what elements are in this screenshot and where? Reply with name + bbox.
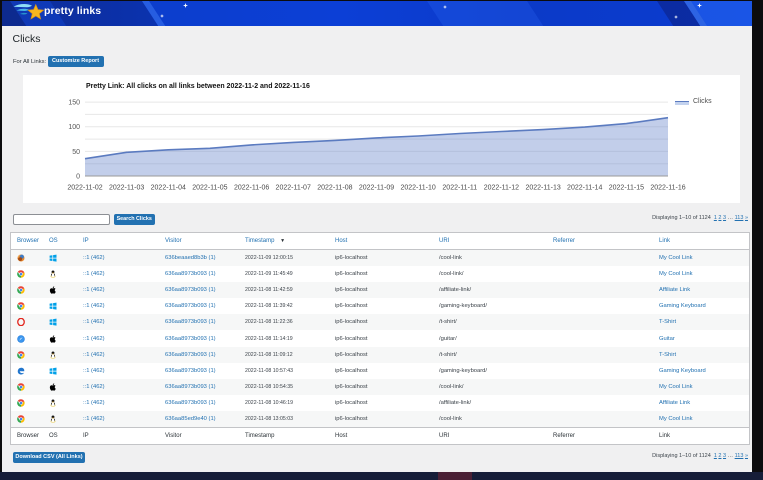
svg-text:100: 100: [68, 124, 80, 131]
svg-text:50: 50: [72, 149, 80, 156]
svg-text:2022-11-05: 2022-11-05: [192, 185, 227, 192]
svg-text:0: 0: [76, 174, 80, 181]
svg-text:2022-11-07: 2022-11-07: [276, 185, 311, 192]
svg-text:2022-11-14: 2022-11-14: [567, 185, 602, 192]
svg-text:2022-11-13: 2022-11-13: [525, 185, 560, 192]
svg-text:2022-11-16: 2022-11-16: [650, 185, 685, 192]
svg-text:2022-11-12: 2022-11-12: [484, 185, 519, 192]
svg-text:2022-11-10: 2022-11-10: [400, 185, 435, 192]
svg-text:2022-11-03: 2022-11-03: [109, 185, 144, 192]
svg-text:2022-11-09: 2022-11-09: [359, 185, 394, 192]
svg-text:2022-11-02: 2022-11-02: [67, 185, 102, 192]
svg-text:2022-11-15: 2022-11-15: [609, 185, 644, 192]
svg-text:2022-11-11: 2022-11-11: [442, 185, 477, 192]
svg-text:2022-11-04: 2022-11-04: [151, 185, 186, 192]
svg-text:2022-11-08: 2022-11-08: [317, 185, 352, 192]
svg-text:150: 150: [68, 100, 80, 107]
svg-text:2022-11-06: 2022-11-06: [234, 185, 269, 192]
